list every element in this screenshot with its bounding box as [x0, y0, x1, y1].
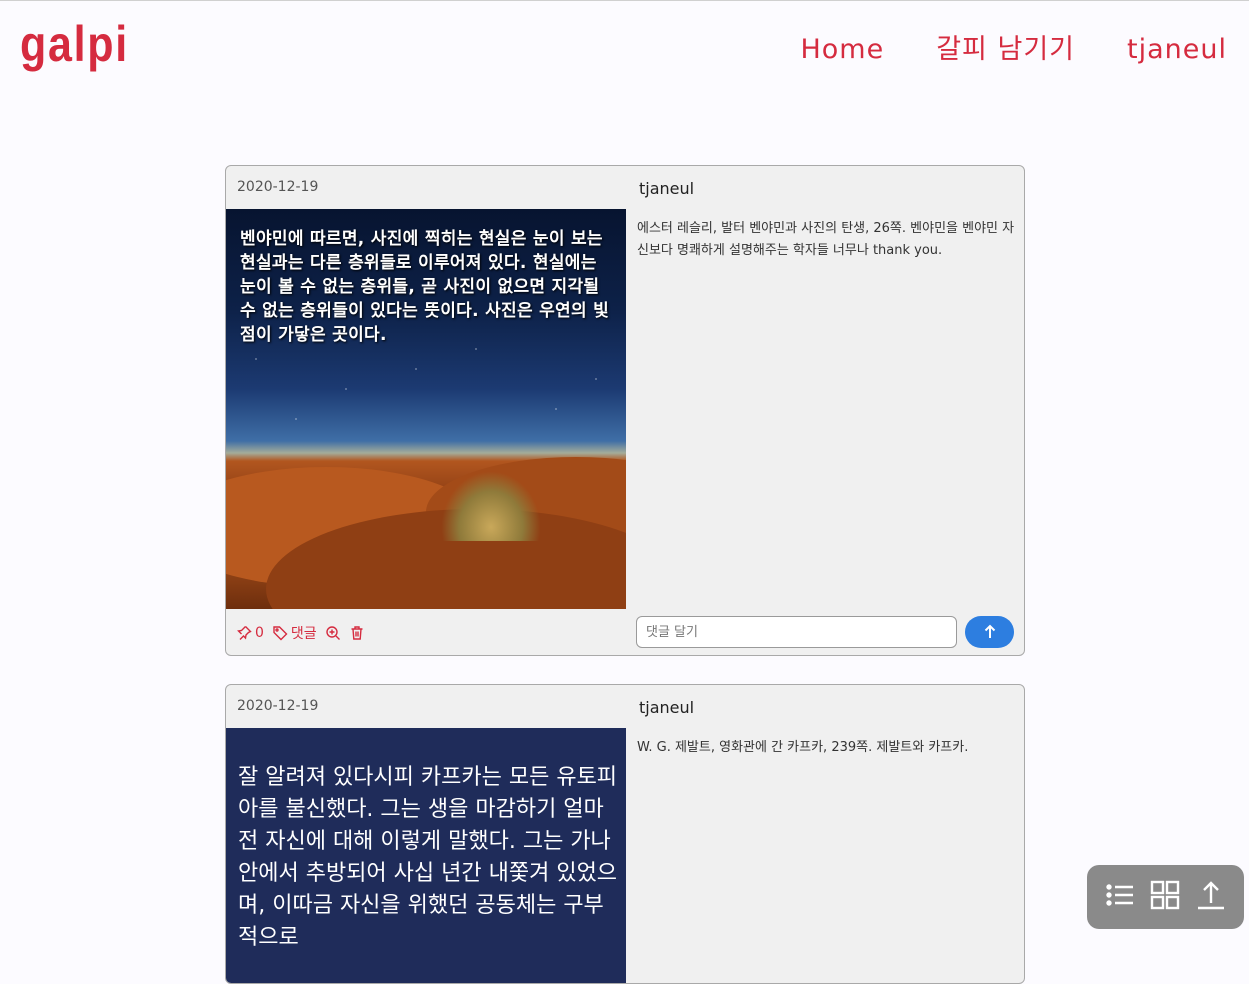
post-author[interactable]: tjaneul — [639, 698, 694, 717]
post-text: W. G. 제발트, 영화관에 간 카프카, 239쪽. 제발트와 카프카. — [637, 740, 969, 755]
post-date: 2020-12-19 — [237, 698, 319, 714]
top-border — [0, 0, 1249, 1]
pin-icon — [237, 626, 252, 640]
nav-home[interactable]: Home — [800, 34, 884, 66]
zoom-button[interactable] — [325, 625, 341, 641]
post-text: 에스터 레슬리, 발터 벤야민과 사진의 탄생, 26쪽. 벤야민을 벤야민 자… — [637, 221, 1015, 258]
tag-icon — [273, 626, 288, 641]
arrow-up-icon — [984, 624, 995, 638]
pin-button[interactable]: 0 — [236, 625, 264, 641]
send-comment-button[interactable] — [965, 616, 1014, 648]
floating-toolbar — [1087, 865, 1244, 929]
scroll-top-button[interactable] — [1195, 879, 1227, 915]
zoom-in-icon — [325, 626, 340, 640]
image-grass — [441, 471, 541, 541]
post-card: 2020-12-19 tjaneul 벤야민에 따르면, 사진에 찍히는 현실은… — [225, 165, 1025, 656]
delete-button[interactable] — [349, 625, 365, 641]
post-image[interactable]: 벤야민에 따르면, 사진에 찍히는 현실은 눈이 보는 현실과는 다른 층위들로… — [226, 209, 626, 609]
list-icon — [1106, 884, 1133, 906]
scroll-top-icon — [1198, 881, 1225, 910]
list-view-button[interactable] — [1104, 879, 1136, 915]
image-quote: 잘 알려져 있다시피 카프카는 모든 유토피아를 불신했다. 그는 생을 마감하… — [238, 765, 618, 950]
nav-write[interactable]: 갈피 남기기 — [936, 34, 1075, 66]
grid-view-button[interactable] — [1149, 879, 1181, 915]
nav-profile[interactable]: tjaneul — [1127, 34, 1227, 66]
post-date: 2020-12-19 — [237, 179, 319, 195]
main-nav: Home 갈피 남기기 tjaneul — [800, 34, 1227, 66]
site-logo[interactable]: galpi — [20, 14, 129, 74]
image-quote: 벤야민에 따르면, 사진에 찍히는 현실은 눈이 보는 현실과는 다른 층위들로… — [240, 229, 610, 345]
pin-count: 0 — [255, 625, 264, 641]
comment-label: 댓글 — [290, 626, 317, 642]
post-author[interactable]: tjaneul — [639, 179, 694, 198]
post-image[interactable]: 잘 알려져 있다시피 카프카는 모든 유토피아를 불신했다. 그는 생을 마감하… — [226, 728, 626, 983]
post-actions: 0 댓글 — [236, 623, 365, 643]
grid-icon — [1151, 880, 1180, 910]
comment-input[interactable] — [636, 616, 957, 648]
post-card: 2020-12-19 tjaneul 잘 알려져 있다시피 카프카는 모든 유토… — [225, 684, 1025, 984]
trash-icon — [351, 626, 363, 640]
comment-button[interactable]: 댓글 — [272, 623, 317, 643]
